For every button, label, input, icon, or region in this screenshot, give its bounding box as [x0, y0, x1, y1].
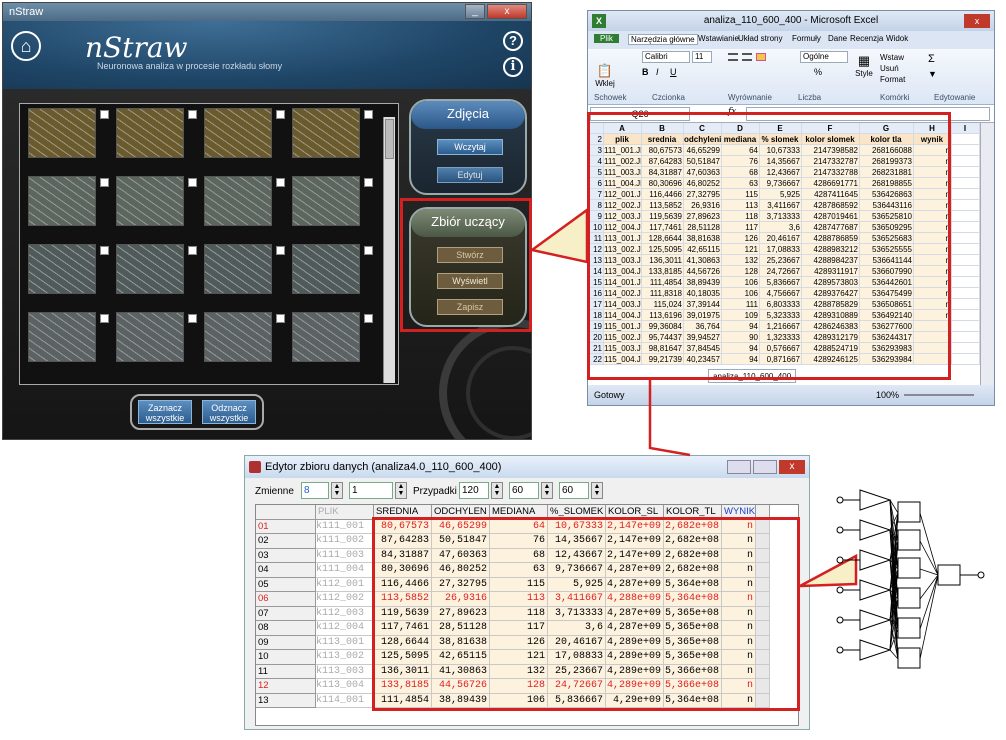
hidden-neuron [897, 529, 921, 551]
input-neuron [859, 639, 892, 661]
output-node [977, 571, 985, 579]
input-neuron [859, 609, 892, 631]
hidden-neuron [897, 587, 921, 609]
input-node [836, 496, 844, 504]
connector-nstraw-excel [529, 207, 589, 264]
connector-overlay [529, 207, 985, 669]
input-neuron [859, 519, 892, 541]
hidden-neuron [897, 647, 921, 669]
hidden-neuron [897, 617, 921, 639]
input-neuron [859, 549, 892, 571]
output-neuron [937, 564, 961, 586]
input-neuron [859, 579, 892, 601]
input-node [836, 616, 844, 624]
input-node [836, 646, 844, 654]
hidden-neuron [897, 501, 921, 523]
input-node [836, 556, 844, 564]
input-neuron [859, 489, 892, 511]
input-node [836, 586, 844, 594]
neural-network-diagram [836, 489, 985, 669]
hidden-neuron [897, 557, 921, 579]
connector-excel-editor [648, 380, 691, 457]
input-node [836, 526, 844, 534]
